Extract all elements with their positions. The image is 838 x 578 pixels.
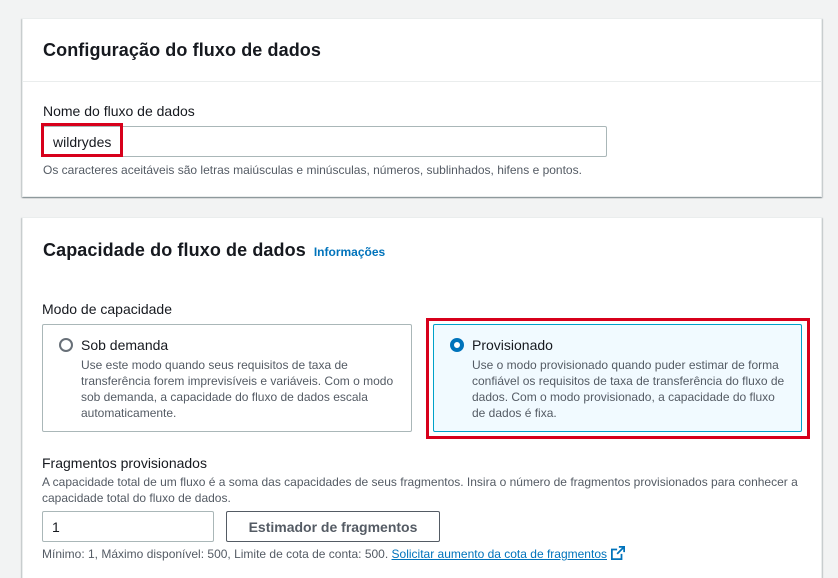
stream-name-hint: Os caracteres aceitáveis são letras maiú…: [43, 163, 582, 177]
on-demand-description: Use este modo quando seus requisitos de …: [81, 358, 394, 420]
shards-limits-text: Mínimo: 1, Máximo disponível: 500, Limit…: [42, 547, 389, 561]
quota-increase-link[interactable]: Solicitar aumento da cota de fragmentos: [391, 546, 625, 561]
shards-hint: A capacidade total de um fluxo é a soma …: [42, 475, 798, 505]
info-link[interactable]: Informações: [314, 245, 385, 259]
provisioned-description: Use o modo provisionado quando puder est…: [472, 358, 785, 420]
external-link-icon: [611, 546, 625, 560]
capacity-header: Capacidade do fluxo de dados Informações: [23, 218, 821, 282]
shards-label: Fragmentos provisionados: [42, 455, 207, 471]
stream-config-title: Configuração do fluxo de dados: [43, 39, 322, 60]
tile-on-demand[interactable]: Sob demanda Use este modo quando seus re…: [42, 324, 412, 432]
on-demand-title: Sob demanda: [81, 337, 169, 353]
capacity-title: Capacidade do fluxo de dados: [43, 239, 306, 260]
stream-name-label: Nome do fluxo de dados: [43, 103, 195, 119]
tile-provisioned[interactable]: Provisionado Use o modo provisionado qua…: [433, 324, 802, 432]
shards-input[interactable]: 1: [42, 511, 214, 542]
shard-estimator-button[interactable]: Estimador de fragmentos: [226, 511, 440, 542]
stream-name-input[interactable]: wildrydes: [43, 126, 607, 157]
provisioned-radio[interactable]: [450, 338, 464, 352]
capacity-mode-label: Modo de capacidade: [42, 301, 172, 317]
on-demand-radio[interactable]: [59, 338, 73, 352]
stream-config-header: Configuração do fluxo de dados: [23, 19, 821, 82]
provisioned-title: Provisionado: [472, 337, 553, 353]
quota-increase-link-label: Solicitar aumento da cota de fragmentos: [391, 547, 607, 561]
shards-limits: Mínimo: 1, Máximo disponível: 500, Limit…: [42, 546, 625, 562]
stream-config-panel: Configuração do fluxo de dados Nome do f…: [22, 18, 822, 197]
